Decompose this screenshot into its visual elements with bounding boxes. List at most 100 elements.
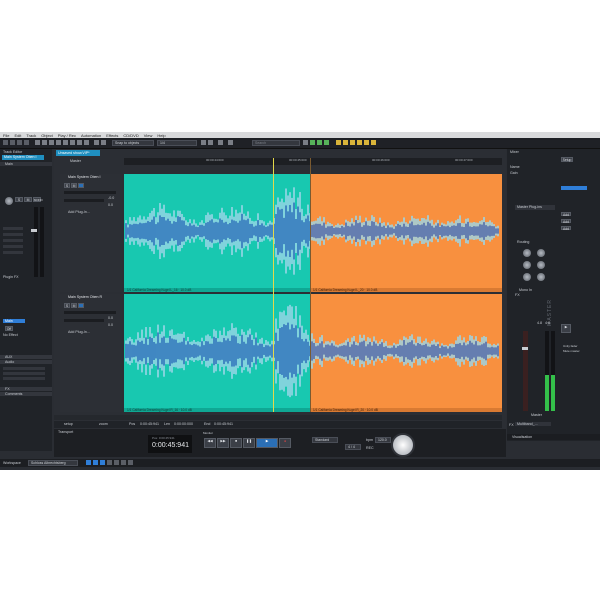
layout-icon-2[interactable] — [93, 460, 98, 465]
audio-param-1[interactable] — [3, 367, 45, 370]
bookmark-5-icon[interactable] — [364, 140, 369, 145]
undo-icon[interactable] — [201, 140, 206, 145]
menu-edit[interactable]: Edit — [14, 133, 21, 138]
layout-icon-7[interactable] — [128, 460, 133, 465]
crossfade-icon[interactable] — [84, 140, 89, 145]
track-mute-button[interactable]: M — [71, 303, 77, 308]
signature-input[interactable]: 4 / 4 — [345, 444, 361, 450]
track-volume-slider[interactable] — [64, 191, 116, 194]
track-mute-button[interactable]: M — [71, 183, 77, 188]
loop-icon[interactable] — [317, 140, 322, 145]
zoom-label[interactable]: zoom — [99, 422, 108, 426]
menu-view[interactable]: View — [144, 133, 153, 138]
menu-cd-dvd[interactable]: CD/DVD — [123, 133, 138, 138]
fx-toggle[interactable]: Off — [5, 326, 13, 331]
mixer-output-select[interactable] — [561, 186, 587, 190]
menu-automation[interactable]: Automation — [81, 133, 101, 138]
cut-icon[interactable] — [42, 140, 47, 145]
time-display[interactable]: Pos: 0:00:45:941 0:00:45:941 — [148, 435, 192, 453]
pause-button[interactable]: ❚❚ — [243, 438, 255, 448]
search-icon[interactable] — [303, 140, 308, 145]
forward-button[interactable]: ▶▶ — [217, 438, 229, 448]
glue-icon[interactable] — [94, 140, 99, 145]
section-audio[interactable]: Audio — [0, 360, 52, 364]
erase-icon[interactable] — [77, 140, 82, 145]
jog-wheel[interactable] — [391, 433, 415, 457]
new-project-icon[interactable] — [3, 140, 8, 145]
playhead[interactable] — [273, 158, 274, 412]
eq-knob-1[interactable] — [523, 249, 531, 257]
visualisation-bar[interactable]: Visualisation — [507, 434, 600, 440]
menu-help[interactable]: Help — [157, 133, 165, 138]
save-icon[interactable] — [17, 140, 22, 145]
eq-knob-6[interactable] — [537, 273, 545, 281]
play-selection-icon[interactable] — [310, 140, 315, 145]
eq-slot-5[interactable] — [3, 251, 23, 254]
plugin-add-2[interactable]: Add — [561, 219, 571, 224]
plugin-add-1[interactable]: Add — [561, 212, 571, 217]
layout-icon-1[interactable] — [86, 460, 91, 465]
end-value[interactable]: 0:00:45:941 — [214, 422, 233, 426]
mute-master-checkbox[interactable]: Mute master — [563, 349, 580, 353]
section-comments[interactable]: Comments — [0, 392, 52, 396]
mixer-play-button[interactable]: ▶ — [561, 324, 571, 333]
menu-effects[interactable]: Effects — [106, 133, 118, 138]
track-record-button[interactable] — [78, 183, 84, 188]
stop-button[interactable]: ■ — [230, 438, 242, 448]
crossfade-marker[interactable] — [310, 158, 311, 412]
menu-file[interactable]: File — [3, 133, 9, 138]
eq-slot-1[interactable] — [3, 227, 23, 230]
timeline-ruler[interactable]: 00:00:44:000 00:00:45:000 00:00:46:000 0… — [124, 158, 502, 165]
bookmark-6-icon[interactable] — [371, 140, 376, 145]
mono-button[interactable]: MONO — [33, 197, 43, 202]
range-icon[interactable] — [63, 140, 68, 145]
play-button[interactable]: ▶ — [256, 438, 278, 448]
track-pan-slider[interactable] — [64, 319, 104, 322]
selected-track-field[interactable]: Main System Oben I — [2, 155, 44, 160]
search-input[interactable]: Search — [252, 140, 300, 146]
history-icon[interactable] — [218, 140, 223, 145]
project-tab[interactable]: Unsaved show.VIP* — [56, 150, 100, 156]
eq-knob-3[interactable] — [523, 261, 531, 269]
eq-slot-4[interactable] — [3, 245, 23, 248]
bookmark-4-icon[interactable] — [357, 140, 362, 145]
layout-icon-4[interactable] — [107, 460, 112, 465]
redo-icon[interactable] — [208, 140, 213, 145]
track-lane-1[interactable]: 1/1 California Dreaming Kugel L_16 · 10.… — [124, 174, 502, 292]
setup-label[interactable]: setup — [64, 422, 73, 426]
mode-select[interactable]: Standard — [312, 437, 338, 443]
section-main[interactable]: Main — [0, 162, 52, 166]
settings-icon[interactable] — [24, 140, 29, 145]
len-value[interactable]: 0:00:00:000 — [174, 422, 193, 426]
fader-track[interactable] — [523, 331, 528, 411]
routing-output[interactable]: Main — [3, 319, 25, 323]
add-plugin-slot[interactable]: Add Plug-In... — [68, 210, 90, 214]
rewind-button[interactable]: ◀◀ — [204, 438, 216, 448]
eq-knob-5[interactable] — [523, 273, 531, 281]
preview-icon[interactable] — [324, 140, 329, 145]
marker-icon[interactable] — [101, 140, 106, 145]
eq-slot-2[interactable] — [3, 233, 23, 236]
menu-track[interactable]: Track — [26, 133, 36, 138]
workspace-select[interactable]: Schloss Albrechtsberg — [28, 460, 78, 466]
track-header-2[interactable]: Main System Oben R S M 0.0 0.0 Add Plug-… — [60, 294, 122, 412]
mixer-setup-button[interactable]: Setup — [561, 157, 573, 162]
layout-icon-3[interactable] — [100, 460, 105, 465]
master-fader[interactable] — [522, 347, 528, 350]
plugin-add-3[interactable]: Add — [561, 226, 571, 231]
bookmark-icon[interactable] — [336, 140, 341, 145]
mixer-bottom-field[interactable]: Multiband_... — [515, 422, 551, 426]
mouse-mode-icon[interactable] — [35, 140, 40, 145]
open-icon[interactable] — [10, 140, 15, 145]
menu-object[interactable]: Object — [41, 133, 53, 138]
eq-knob-4[interactable] — [537, 261, 545, 269]
track-solo-button[interactable]: S — [64, 183, 70, 188]
zoom-icon[interactable] — [56, 140, 61, 145]
grid-select[interactable]: 1/4 — [157, 140, 197, 146]
layout-icon-5[interactable] — [114, 460, 119, 465]
section-aux[interactable]: AUX — [0, 355, 52, 359]
record-button[interactable]: ● — [279, 438, 291, 448]
bookmark-2-icon[interactable] — [343, 140, 348, 145]
track-lane-2[interactable]: 1/1 California Dreaming Kugel R_16 · 10.… — [124, 294, 502, 412]
audio-param-3[interactable] — [3, 377, 45, 380]
